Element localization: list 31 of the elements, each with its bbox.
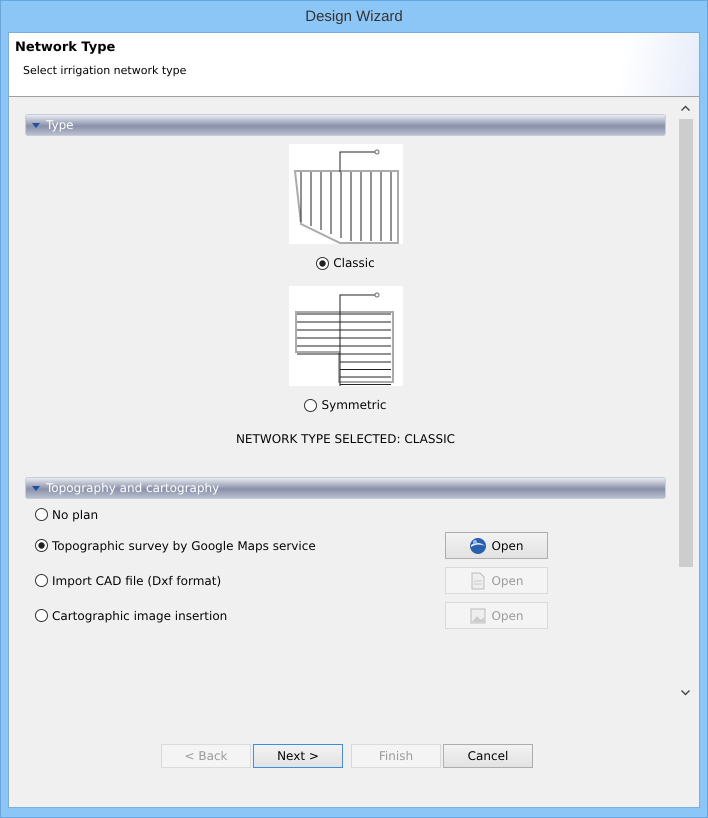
scroll-down-icon[interactable]: [681, 690, 690, 696]
radio-button[interactable]: [316, 256, 330, 270]
section-title: Type: [46, 118, 74, 132]
scroll-thumb[interactable]: [678, 119, 692, 567]
section-title: Topography and cartography: [46, 481, 220, 495]
window-title: Design Wizard: [305, 8, 403, 25]
radio-label: No plan: [52, 508, 98, 522]
radio-button[interactable]: [304, 398, 318, 412]
file-icon: [469, 572, 488, 590]
radio-button[interactable]: [35, 574, 48, 587]
wizard-button[interactable]: Cancel: [443, 744, 533, 768]
collapse-icon[interactable]: [32, 486, 40, 490]
radio-label: Topographic survey by Google Maps service: [52, 538, 316, 552]
wizard-button[interactable]: Next >: [253, 744, 343, 768]
radio-label: Import CAD file (Dxf format): [52, 574, 222, 588]
open-button[interactable]: Open: [445, 532, 548, 559]
radio-label: Classic: [333, 256, 375, 270]
collapse-icon[interactable]: [32, 122, 40, 128]
page-subtitle: Select irrigation network type: [23, 64, 188, 77]
radio-label: Symmetric: [321, 398, 387, 412]
globe-icon: [469, 536, 488, 554]
section-header[interactable]: Topography and cartography: [25, 477, 666, 499]
section-header[interactable]: Type: [25, 114, 666, 136]
radio-button[interactable]: [35, 539, 48, 552]
selection-status: NETWORK TYPE SELECTED: CLASSIC: [236, 432, 456, 446]
radio-button[interactable]: [35, 508, 48, 521]
image-file-icon: [469, 606, 488, 624]
radio-button[interactable]: [35, 609, 48, 622]
page-title: Network Type: [15, 40, 116, 55]
radio-label: Cartographic image insertion: [52, 608, 228, 622]
scroll-up-icon[interactable]: [681, 105, 690, 111]
